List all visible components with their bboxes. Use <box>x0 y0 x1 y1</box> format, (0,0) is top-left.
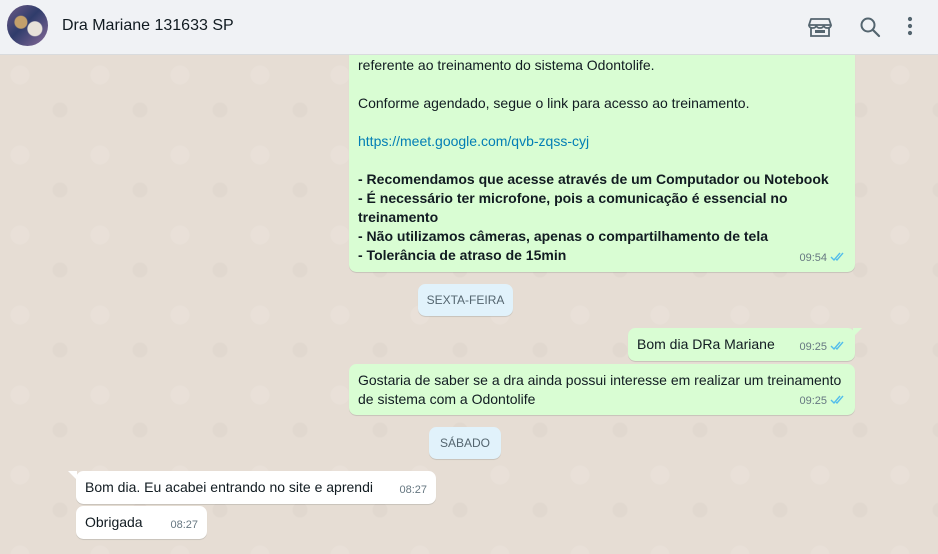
message-text: - Tolerância de atraso de 15min <box>358 247 567 263</box>
message-time: 09:54 <box>799 252 827 264</box>
message-time: 09:25 <box>799 395 827 407</box>
date-separator: SEXTA-FEIRA <box>418 284 513 316</box>
contact-name[interactable]: Dra Mariane 131633 SP <box>62 17 234 35</box>
message-meta: 08:27 <box>399 481 427 500</box>
message-time: 08:27 <box>399 484 427 496</box>
meeting-link[interactable]: https://meet.google.com/qvb-zqss-cyj <box>358 132 589 151</box>
message-time: 08:27 <box>170 519 198 531</box>
read-receipt-icon <box>830 340 846 351</box>
message-bubble-outgoing[interactable]: Gostaria de saber se a dra ainda possui … <box>349 364 855 415</box>
message-text: referente ao treinamento do sistema Odon… <box>358 57 655 73</box>
message-bubble-outgoing[interactable]: referente ao treinamento do sistema Odon… <box>349 55 855 272</box>
message-meta: 08:27 <box>170 516 198 535</box>
search-icon[interactable] <box>857 14 883 40</box>
contact-avatar[interactable] <box>7 5 48 46</box>
message-meta: 09:25 <box>799 392 846 411</box>
message-meta: 09:54 <box>799 249 846 268</box>
chat-header: Dra Mariane 131633 SP <box>0 0 938 55</box>
message-text: Gostaria de saber se a dra ainda possui … <box>358 372 842 388</box>
message-text: de sistema com a Odontolife <box>358 391 536 407</box>
message-text: - É necessário ter microfone, pois a com… <box>358 190 788 206</box>
message-text: treinamento <box>358 209 439 225</box>
date-separator: SÁBADO <box>429 427 501 459</box>
message-meta: 09:25 <box>799 338 846 357</box>
store-icon[interactable] <box>807 14 833 40</box>
message-bubble-incoming[interactable]: Obrigada 08:27 <box>76 506 207 539</box>
message-bubble-outgoing[interactable]: Bom dia DRa Mariane 09:25 <box>628 328 855 361</box>
message-text: - Não utilizamos câmeras, apenas o compa… <box>358 228 769 244</box>
read-receipt-icon <box>830 251 846 262</box>
bubble-tail <box>853 328 862 337</box>
message-text: Conforme agendado, segue o link para ace… <box>358 95 750 111</box>
menu-icon[interactable] <box>897 14 923 40</box>
message-text: - Recomendamos que acesse através de um … <box>358 171 829 187</box>
message-time: 09:25 <box>799 341 827 353</box>
message-text: Bom dia. Eu acabei entrando no site e ap… <box>85 479 373 495</box>
message-bubble-incoming[interactable]: Bom dia. Eu acabei entrando no site e ap… <box>76 471 436 504</box>
message-list[interactable]: referente ao treinamento do sistema Odon… <box>0 55 938 554</box>
read-receipt-icon <box>830 394 846 405</box>
